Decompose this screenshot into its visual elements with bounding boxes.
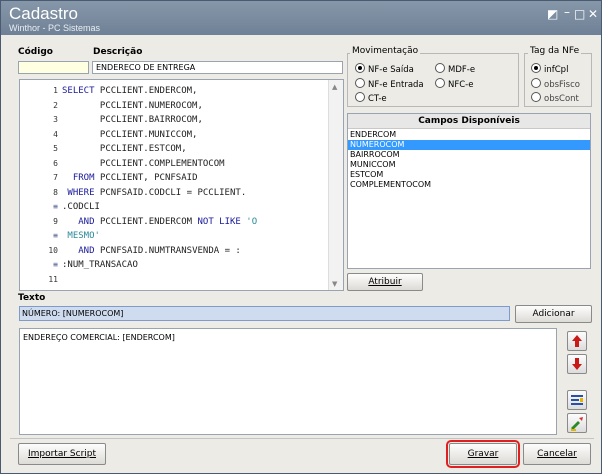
- code-text: PCCLIENT.ESTCOM,: [62, 144, 187, 154]
- list-item[interactable]: COMPLEMENTOCOM: [348, 180, 590, 190]
- line-number: 3: [53, 115, 58, 124]
- code-text: PCCLIENT.MUNICCOM,: [62, 129, 198, 140]
- list-item[interactable]: MUNICCOM: [348, 160, 590, 170]
- line-number: 7: [53, 173, 58, 182]
- arrow-down-icon: [572, 358, 582, 370]
- code-text: .CODCLI: [62, 202, 100, 212]
- radio-indicator: [355, 92, 365, 102]
- gravar-button[interactable]: Gravar: [446, 440, 520, 468]
- radio-nfe-saida[interactable]: NF-e Saída: [355, 63, 414, 75]
- radio-indicator: [531, 63, 541, 73]
- arrow-up-icon: [572, 335, 582, 347]
- code-text: SELECT PCCLIENT.ENDERCOM,: [62, 86, 198, 96]
- radio-label: NF-e Saída: [368, 65, 414, 75]
- list-item[interactable]: ENDERCOM: [348, 130, 590, 140]
- campos-title: Campos Disponíveis: [348, 114, 590, 129]
- radio-label: NFC-e: [448, 80, 474, 90]
- wrap-indicator-icon: ≡: [53, 260, 58, 269]
- radio-nfe-entrada[interactable]: NF-e Entrada: [355, 78, 424, 90]
- code-text: FROM PCCLIENT, PCNFSAID: [72, 173, 198, 183]
- radio-indicator: [435, 63, 445, 73]
- scroll-down-icon[interactable]: ▼: [332, 280, 337, 288]
- atribuir-label: Atribuir: [368, 277, 402, 287]
- line-number: 4: [53, 129, 58, 139]
- edit-brush-button[interactable]: [567, 413, 587, 433]
- line-number: 5: [53, 144, 58, 153]
- code-text: WHERE PCNFSAID.CODCLI = PCCLIENT.: [67, 187, 247, 198]
- radio-label: infCpl: [544, 65, 569, 75]
- radio-indicator: [531, 78, 541, 88]
- list-item[interactable]: ESTCOM: [348, 170, 590, 180]
- radio-label: CT-e: [368, 94, 387, 104]
- minimize-icon[interactable]: –: [564, 5, 570, 19]
- radio-indicator: [355, 63, 365, 73]
- radio-infcpl[interactable]: infCpl: [531, 63, 568, 75]
- list-item-selected[interactable]: NUMEROCOM: [348, 140, 590, 150]
- line-number: 6: [53, 158, 58, 168]
- importar-script-button[interactable]: Importar Script: [18, 443, 106, 465]
- radio-label: NF-e Entrada: [368, 80, 424, 90]
- clear-field-button[interactable]: [567, 390, 587, 410]
- radio-mdfe[interactable]: MDF-e: [435, 63, 475, 75]
- maximize-icon[interactable]: □: [574, 7, 585, 21]
- window-title: Cadastro: [9, 4, 78, 23]
- atribuir-button[interactable]: Atribuir: [347, 273, 423, 291]
- texto-input[interactable]: NÚMERO: [NUMEROCOM]: [19, 306, 510, 321]
- cancelar-label: Cancelar: [537, 449, 577, 459]
- cadastro-window: Cadastro Winthor - PC Sistemas ◩ – □ ✕ C…: [0, 0, 602, 474]
- code-text: PCCLIENT.COMPLEMENTOCOM: [62, 158, 225, 169]
- radio-indicator: [355, 78, 365, 88]
- radio-obsfisco[interactable]: obsFisco: [531, 78, 580, 90]
- radio-label: MDF-e: [448, 65, 476, 75]
- window-subtitle: Winthor - PC Sistemas: [9, 23, 101, 33]
- list-item[interactable]: BAIRROCOM: [348, 150, 590, 160]
- codigo-label: Código: [18, 47, 53, 57]
- code-text: PCCLIENT.NUMEROCOM,: [62, 100, 203, 111]
- cancelar-button[interactable]: Cancelar: [523, 443, 591, 465]
- code-text: :NUM_TRANSACAO: [62, 260, 138, 270]
- line-number: 9: [53, 216, 58, 226]
- editor-scrollbar[interactable]: ▲ ▼: [328, 80, 343, 290]
- line-number: 11: [48, 274, 58, 284]
- code-text: PCCLIENT.BAIRROCOM,: [62, 115, 203, 125]
- texto-memo[interactable]: ENDEREÇO COMERCIAL: [ENDERCOM]: [19, 328, 557, 435]
- code-text: AND PCNFSAID.NUMTRANSVENDA = :: [78, 245, 241, 256]
- radio-label: obsFisco: [544, 80, 580, 90]
- campos-disponiveis-list[interactable]: Campos Disponíveis ENDERCOM NUMEROCOM BA…: [347, 113, 591, 269]
- line-number: 2: [53, 100, 58, 110]
- descricao-label: Descrição: [93, 47, 143, 57]
- line-number: 8: [53, 187, 58, 197]
- descricao-input[interactable]: ENDERECO DE ENTREGA: [92, 61, 343, 74]
- radio-indicator: [435, 78, 445, 88]
- title-bar: Cadastro Winthor - PC Sistemas ◩ – □ ✕: [1, 1, 601, 35]
- radio-cte[interactable]: CT-e: [355, 92, 387, 104]
- move-down-button[interactable]: [567, 354, 587, 374]
- radio-indicator: [531, 92, 541, 102]
- line-number: 10: [48, 245, 58, 255]
- sql-script-editor[interactable]: 1 SELECT PCCLIENT.ENDERCOM, 2 PCCLIENT.NUM…: [19, 79, 344, 291]
- clear-field-icon: [571, 395, 583, 405]
- wrap-indicator-icon: ≡: [53, 202, 58, 211]
- radio-nfce[interactable]: NFC-e: [435, 78, 473, 90]
- radio-obscont[interactable]: obsCont: [531, 92, 579, 104]
- restore-icon[interactable]: ◩: [547, 7, 558, 21]
- importar-label: Importar Script: [27, 449, 97, 459]
- footer-divider: [10, 438, 594, 439]
- adicionar-button[interactable]: Adicionar: [515, 305, 592, 323]
- tag-nfe-title: Tag da NFe: [528, 46, 582, 56]
- codigo-input[interactable]: [18, 61, 89, 74]
- move-up-button[interactable]: [567, 331, 587, 351]
- code-text: MESMO': [67, 231, 100, 241]
- edit-brush-icon: [571, 417, 583, 431]
- close-icon[interactable]: ✕: [588, 7, 598, 21]
- gravar-label: Gravar: [467, 449, 499, 459]
- scroll-up-icon[interactable]: ▲: [332, 83, 337, 91]
- radio-label: obsCont: [544, 94, 579, 104]
- texto-label: Texto: [18, 293, 46, 303]
- movimentacao-title: Movimentação: [350, 46, 421, 56]
- wrap-indicator-icon: ≡: [53, 231, 58, 240]
- code-text: AND PCCLIENT.ENDERCOM NOT LIKE 'O: [78, 216, 258, 227]
- line-number: 1: [53, 86, 58, 95]
